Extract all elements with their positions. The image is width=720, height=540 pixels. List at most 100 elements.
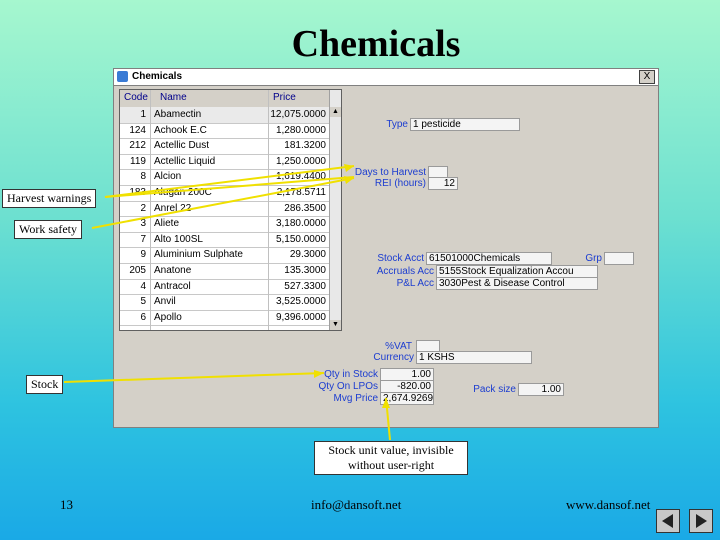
cell-code: 212 [129,140,146,152]
callout-stock: Stock [26,375,64,394]
cell-name: Anatone [154,265,192,276]
pl-label: P&L Acc [396,278,434,289]
table-row[interactable]: 4 Antracol 527.3300 [120,279,331,296]
table-row[interactable]: 1 Abamectin 12,075.0000 [120,107,331,124]
window-titlebar: Chemicals X [114,69,658,86]
column-divider [268,90,269,330]
grp-label: Grp [585,253,602,264]
table-row[interactable]: 7 Alto 100SL 5,150.0000 [120,232,331,249]
cell-code: 7 [140,233,146,245]
cell-code: 8 [140,171,146,183]
cell-price: 12,075.0000 [270,109,326,120]
accruals-label: Accruals Acc [376,266,434,277]
cell-price: 3,180.0000 [275,218,326,230]
cell-price: 1,280.0000 [275,124,326,136]
days-to-harvest-label: Days to Harvest [354,167,426,178]
cell-name: Alugan 200C [154,187,212,198]
close-button[interactable]: X [639,70,655,84]
cell-code: 9 [140,249,146,261]
cell-name: Abamectin [154,109,202,120]
cell-name: Actellic Dust [154,140,210,152]
cell-code: 4 [140,280,146,292]
qty-on-lpos-label: Qty On LPOs [318,381,378,392]
app-icon [117,71,128,82]
next-slide-button[interactable] [689,509,713,533]
prev-slide-button[interactable] [656,509,680,533]
table-row[interactable]: 205 Anatone 135.3000 [120,263,331,280]
slide-number: 13 [60,497,73,512]
cell-price: 527.3300 [284,280,326,292]
grp-field[interactable] [604,252,634,265]
cell-code: 2 [140,202,146,214]
column-header-name[interactable]: Name [160,92,187,103]
table-row[interactable]: 212 Actellic Dust 181.3200 [120,138,331,155]
cell-name: Anvil [154,296,176,308]
cell-code: 119 [130,155,146,167]
table-row[interactable]: 3 Aliete 3,180.0000 [120,216,331,233]
window-title: Chemicals [132,71,183,82]
pl-field[interactable]: 3030Pest & Disease Control [436,277,598,290]
footer-website: www.dansof.net [566,497,651,512]
column-divider [150,90,151,330]
cell-name: Aliete [154,218,180,230]
chemicals-window: Chemicals X Code Name Price 1 Abamectin 12… [113,68,659,428]
cell-name: Alcion [154,171,182,183]
table-row[interactable]: 9 Aluminium Sulphate 29.3000 [120,247,331,264]
rei-label: REI (hours) [374,178,426,189]
scroll-down-icon[interactable]: ▼ [330,320,341,330]
cell-code: 124 [129,124,146,136]
table-row[interactable]: 2 Anrel 22 286.3500 [120,201,331,218]
rei-field[interactable]: 12 [428,177,458,190]
cell-price: 1,250.0000 [275,155,326,167]
cell-price: 29.3000 [289,249,326,261]
table-row[interactable]: 124 Achook E.C 1,280.0000 [120,123,331,140]
cell-name: Antracol [154,280,191,292]
cell-code: 1 [140,109,146,120]
chemicals-grid: Code Name Price 1 Abamectin 12,075.0000 124… [119,89,342,331]
callout-harvest-warnings: Harvest warnings [2,189,97,208]
table-row[interactable]: 5 Anvil 3,525.0000 [120,294,331,311]
stock-acct-field[interactable]: 61501000Chemicals [426,252,552,265]
slide-title: Chemicals [291,23,461,65]
grid-header: Code Name Price [120,90,341,108]
type-label: Type [386,119,408,130]
cell-name: Achook E.C [154,124,207,136]
scroll-up-icon[interactable]: ▲ [330,107,341,117]
cell-code: 183 [129,187,146,198]
cell-name: Anrel 22 [154,202,192,214]
cell-price: 5,150.0000 [275,233,326,245]
table-row[interactable]: 119 Actellic Liquid 1,250.0000 [120,154,331,171]
column-header-code[interactable]: Code [124,92,148,103]
footer-email: info@dansoft.net [311,497,402,512]
cell-code: 5 [140,296,146,308]
next-arrow-icon [696,514,707,528]
prev-arrow-icon [662,514,673,528]
pack-size-field[interactable]: 1.00 [518,383,564,396]
callout-work-safety: Work safety [14,220,83,239]
mvg-price-label: Mvg Price [333,393,378,404]
currency-label: Currency [373,352,414,363]
table-row[interactable]: 6 Apollo 9,396.0000 [120,310,331,327]
cell-code: 6 [140,311,146,323]
grid-scrollbar[interactable]: ▲ ▼ [329,90,341,330]
stock-acct-label: Stock Acct [377,253,424,264]
cell-price: 135.3000 [284,265,326,276]
table-row[interactable]: 183 Alugan 200C 2,178.5711 [120,185,331,202]
cell-name: Apollo [154,311,182,323]
pack-size-label: Pack size [473,384,516,395]
cell-price: 181.3200 [284,140,326,152]
vat-label: %VAT [385,341,412,352]
currency-field[interactable]: 1 KSHS [416,351,532,364]
column-header-price[interactable]: Price [273,92,296,103]
qty-in-stock-label: Qty in Stock [324,369,378,380]
callout-stock-unit-value: Stock unit value, invisible without user… [314,441,468,475]
cell-price: 3,525.0000 [275,296,326,308]
cell-price: 286.3500 [284,202,326,214]
type-field[interactable]: 1 pesticide [410,118,520,131]
cell-code: 3 [140,218,146,230]
cell-code: 205 [129,265,146,276]
cell-price: 9,396.0000 [275,311,326,323]
cell-name: Alto 100SL [154,233,203,245]
table-row[interactable]: 8 Alcion 1,619.4400 [120,169,331,186]
mvg-price-field[interactable]: 2,674.9269 [380,392,434,405]
